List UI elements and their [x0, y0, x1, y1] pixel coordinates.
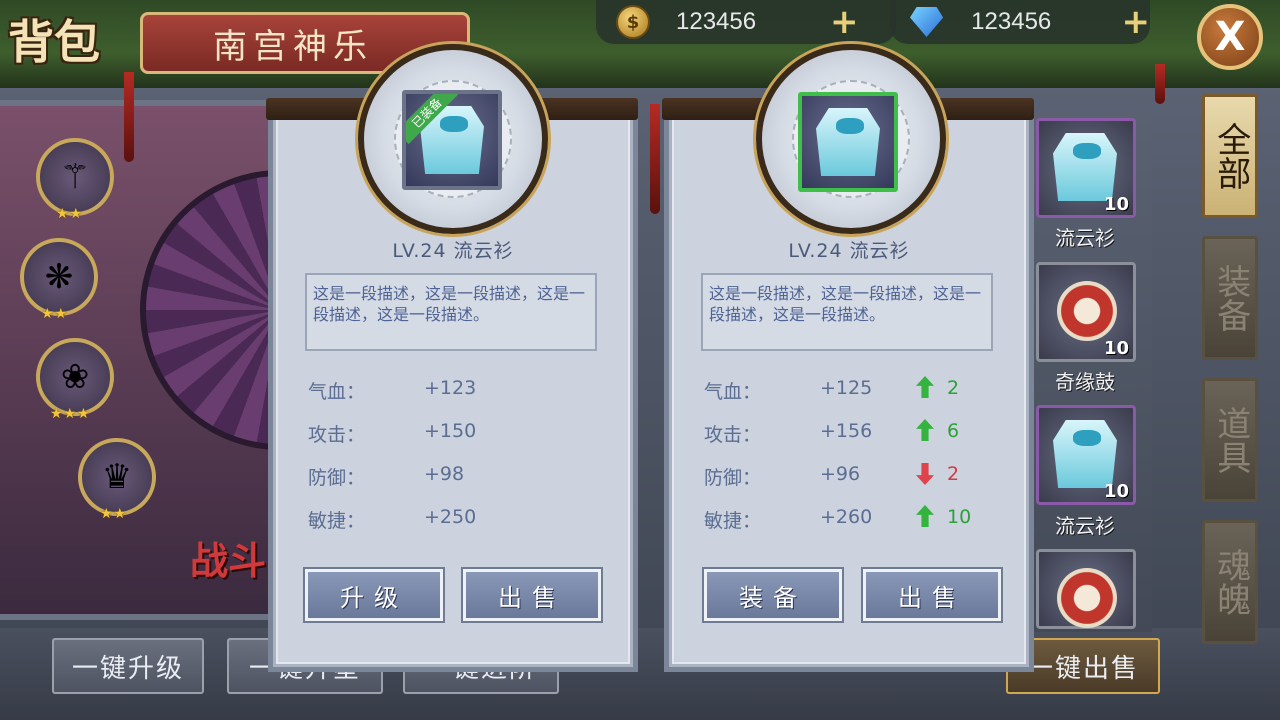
stat-label: 攻击： [308, 424, 366, 446]
tab-label: 道具 [1210, 406, 1251, 474]
stat-label: 气血： [308, 381, 366, 403]
stat-diff: 10 [947, 506, 972, 528]
tab-label: 装备 [1210, 264, 1251, 332]
tassel-ornament [650, 104, 660, 214]
stat-value: +96 [820, 463, 861, 485]
tab-label: 魂魄 [1210, 548, 1251, 616]
stat-value: +250 [424, 506, 477, 528]
stat-label: 敏捷： [308, 510, 366, 532]
tassel-ornament [124, 72, 134, 162]
page-title: 背包 [8, 15, 100, 69]
sell-button[interactable]: 出售 [861, 567, 1003, 623]
gem-value: 123456 [971, 8, 1052, 35]
grid-item-name: 流云衫 [1055, 514, 1115, 538]
item-title: LV.24 流云衫 [392, 240, 514, 262]
tab-all[interactable]: 全部 [1202, 94, 1258, 218]
star-rating: ★★ [100, 506, 128, 522]
item-count: 10 [1103, 194, 1129, 215]
coin-counter: $ 123456 + [596, 0, 896, 44]
add-coin-button[interactable]: + [830, 2, 859, 42]
coin-icon: $ [616, 5, 650, 39]
close-button[interactable]: X [1197, 4, 1263, 70]
stat-value: +156 [820, 420, 873, 442]
stat-row: 气血： +123 [308, 377, 608, 403]
stat-diff: 2 [947, 463, 960, 485]
grid-item-name: 奇缘鼓 [1055, 370, 1115, 394]
stat-value: +150 [424, 420, 477, 442]
battle-label: 战斗 [190, 538, 267, 583]
gem-counter: 123456 + [890, 0, 1150, 44]
drum-icon [1057, 281, 1117, 341]
item-description: 这是一段描述，这是一段描述，这是一段描述，这是一段描述。 [305, 273, 597, 351]
stat-row: 攻击： +150 [308, 420, 608, 446]
stat-label: 气血： [704, 381, 762, 403]
stat-label: 攻击： [704, 424, 762, 446]
bow-decoration [836, 118, 864, 134]
stat-value: +123 [424, 377, 477, 399]
tassel-ornament [1155, 64, 1165, 104]
arrow-up-icon [916, 376, 934, 398]
stat-diff: 6 [947, 420, 960, 442]
grid-item-name: 流云衫 [1055, 226, 1115, 250]
stat-row: 防御： +98 [308, 463, 608, 489]
grid-item[interactable]: 10 [1036, 262, 1136, 362]
stat-value: +260 [820, 506, 873, 528]
staff-icon[interactable]: ⚚ [36, 138, 114, 216]
stat-row: 攻击： +156 6 [704, 419, 1004, 446]
add-gem-button[interactable]: + [1122, 2, 1151, 42]
arrow-down-icon [916, 463, 934, 485]
upgrade-button[interactable]: 升级 [303, 567, 445, 623]
tab-equipment[interactable]: 装备 [1202, 236, 1258, 360]
bow-decoration [1073, 430, 1101, 446]
diamond-icon [910, 7, 944, 37]
grid-item[interactable] [1036, 549, 1136, 629]
item-icon: 已装备 [402, 90, 502, 190]
grid-item[interactable]: 10 [1036, 405, 1136, 505]
stat-value: +98 [424, 463, 465, 485]
fan-icon[interactable]: ❋ [20, 238, 98, 316]
item-count: 10 [1103, 338, 1129, 359]
arrow-up-icon [916, 505, 934, 527]
star-rating: ★★ [56, 206, 84, 222]
stat-row: 气血： +125 2 [704, 376, 1004, 403]
bow-decoration [1073, 143, 1101, 159]
item-count: 10 [1103, 481, 1129, 502]
stat-label: 敏捷： [704, 510, 762, 532]
one-key-upgrade-button[interactable]: 一键升级 [52, 638, 204, 694]
item-description: 这是一段描述，这是一段描述，这是一段描述，这是一段描述。 [701, 273, 993, 351]
equip-button[interactable]: 装备 [702, 567, 844, 623]
tab-soul[interactable]: 魂魄 [1202, 520, 1258, 644]
game-scene: 一键升级 一键升星 一键进阶 一键出售 南宫神乐 背包 战斗 ⚚ ★★ ❋ ★★… [0, 0, 1280, 720]
stat-row: 敏捷： +250 [308, 506, 608, 532]
hat-icon[interactable]: ♛ [78, 438, 156, 516]
star-rating: ★★★ [50, 406, 91, 422]
stat-row: 敏捷： +260 10 [704, 505, 1004, 532]
star-rating: ★★ [41, 306, 69, 322]
stat-value: +125 [820, 377, 873, 399]
stat-label: 防御： [308, 467, 366, 489]
item-title: LV.24 流云衫 [788, 240, 910, 262]
stat-diff: 2 [947, 377, 960, 399]
arrow-up-icon [916, 419, 934, 441]
tab-items[interactable]: 道具 [1202, 378, 1258, 502]
coin-value: 123456 [676, 8, 757, 35]
sell-button[interactable]: 出售 [461, 567, 603, 623]
drum-icon [1057, 568, 1117, 628]
stat-label: 防御： [704, 467, 762, 489]
tab-label: 全部 [1210, 122, 1251, 190]
bow-decoration [440, 116, 468, 132]
robe-icon[interactable]: ❀ [36, 338, 114, 416]
item-icon [798, 92, 898, 192]
grid-item[interactable]: 10 [1036, 118, 1136, 218]
stat-row: 防御： +96 2 [704, 463, 1004, 489]
